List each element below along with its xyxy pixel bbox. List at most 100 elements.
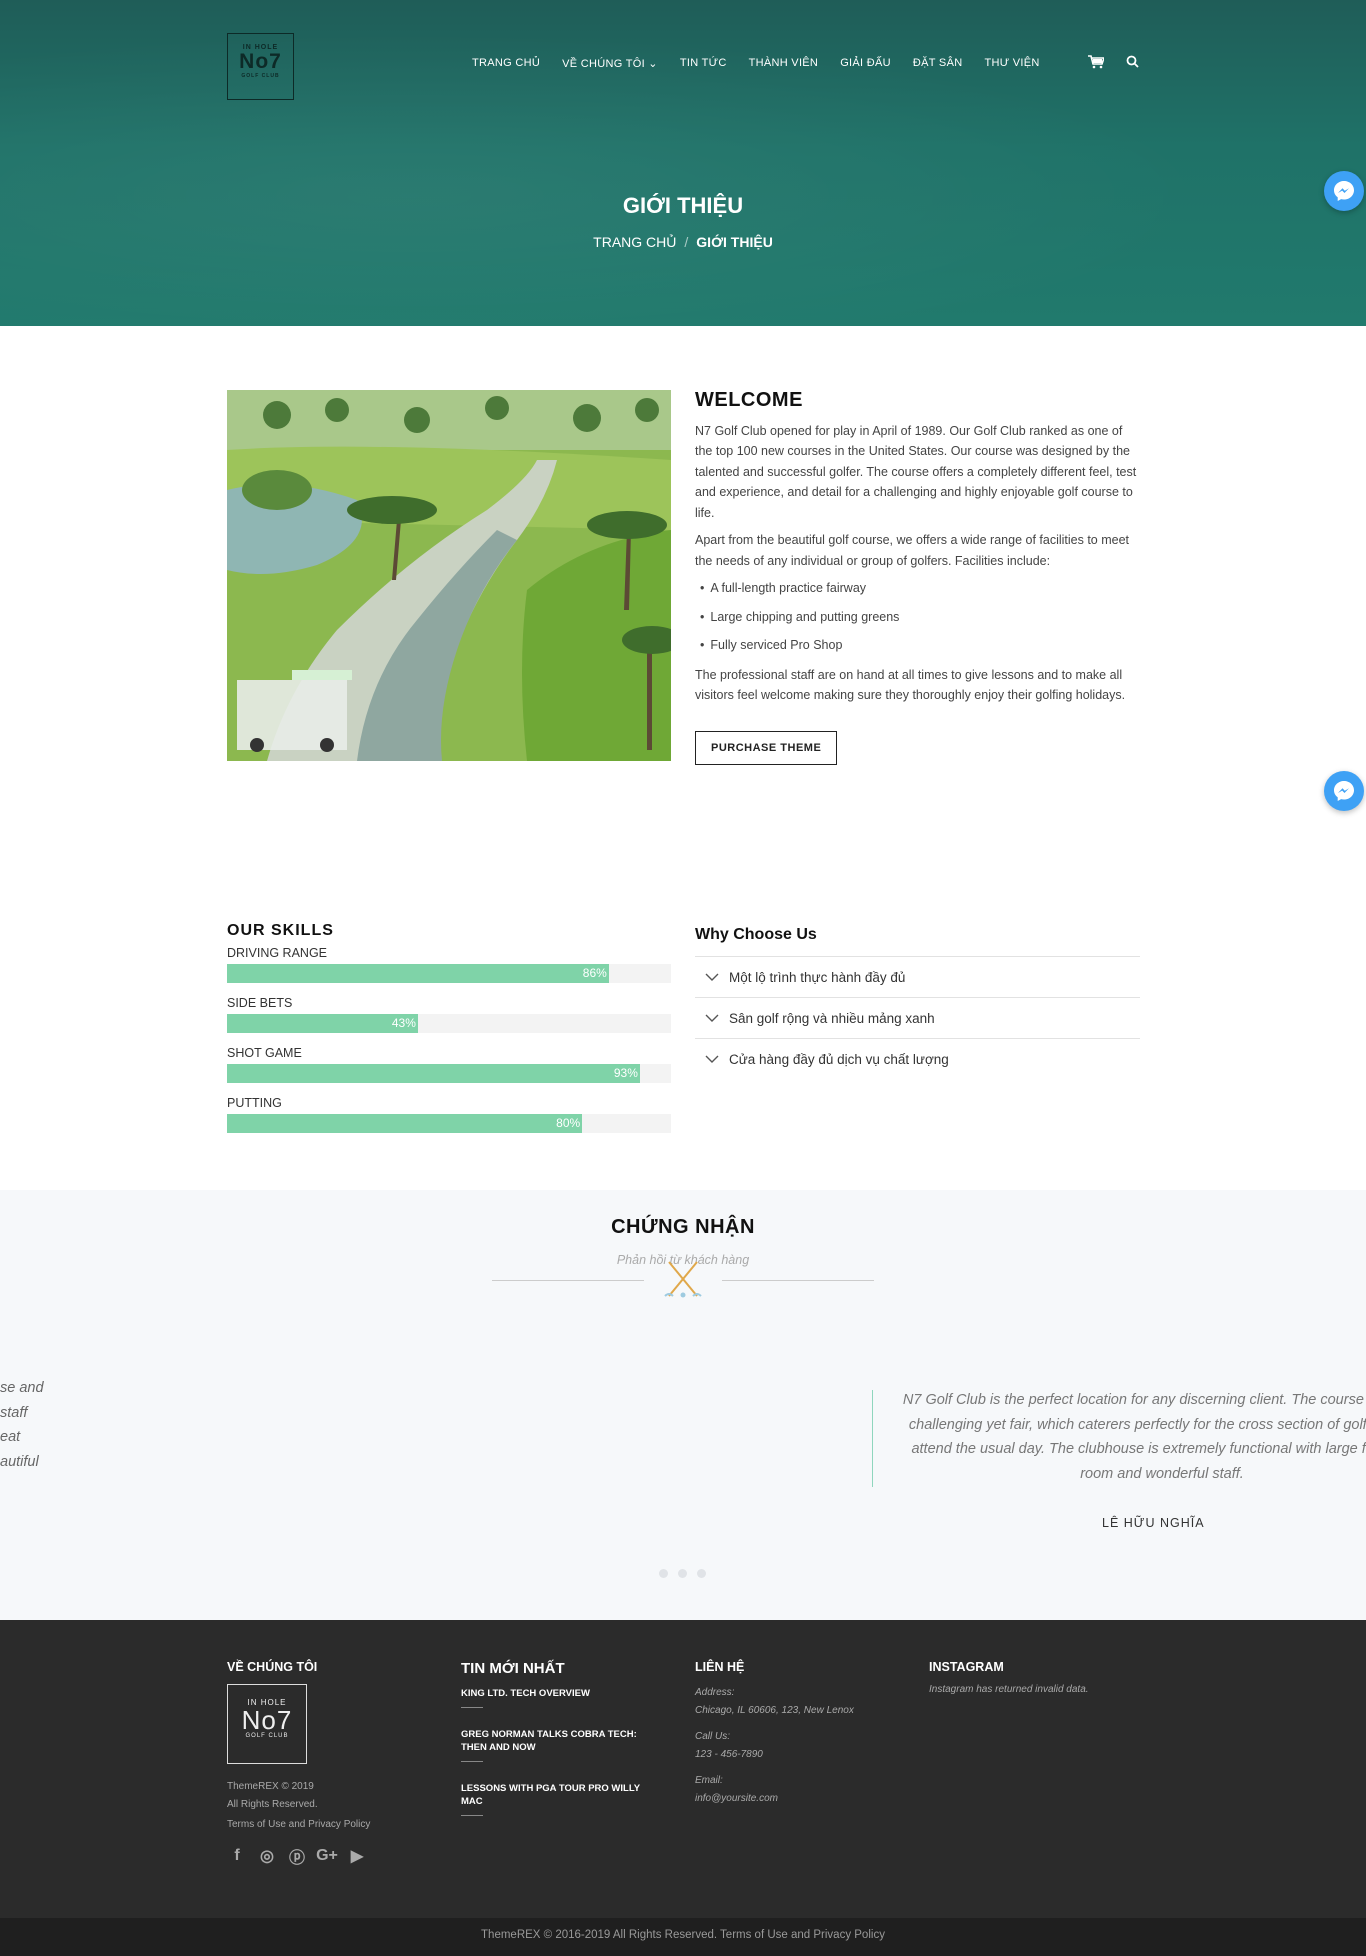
divider (722, 1280, 874, 1281)
nav-item-gallery[interactable]: THƯ VIỆN (984, 57, 1039, 70)
skills-section: OUR SKILLS DRIVING RANGE 86% SIDE BETS 4… (227, 922, 671, 1146)
skill-item: SHOT GAME 93% (227, 1046, 671, 1083)
footer-news: TIN MỚI NHẤT KING LTD. TECH OVERVIEW GRE… (461, 1660, 661, 1836)
footer-contact-heading: LIÊN HỆ (695, 1660, 745, 1674)
chevron-down-icon (705, 1052, 719, 1066)
messenger-icon[interactable] (1324, 771, 1364, 811)
youtube-icon[interactable]: ▶ (347, 1846, 367, 1866)
nav-item-members[interactable]: THÀNH VIÊN (749, 57, 819, 70)
footer-copyright-line: ThemeREX © 2019 (227, 1781, 314, 1792)
instagram-message: Instagram has returned invalid data. (929, 1684, 1089, 1695)
welcome-paragraph: N7 Golf Club opened for play in April of… (695, 423, 1137, 520)
skill-bar-fill: 43% (227, 1014, 418, 1033)
accordion-item[interactable]: Một lộ trình thực hành đầy đủ (695, 956, 1140, 997)
nav-item-news[interactable]: TIN TỨC (680, 57, 727, 70)
contact-value: Chicago, IL 60606, 123, New Lenox (695, 1705, 854, 1716)
footer-news-heading: TIN MỚI NHẤT (461, 1660, 565, 1677)
nav-item-home[interactable]: TRANG CHỦ (472, 57, 540, 70)
page-title: GIỚI THIỆU (622, 193, 744, 218)
skill-label: DRIVING RANGE (227, 946, 328, 960)
instagram-icon[interactable]: ◎ (257, 1846, 277, 1866)
email-link[interactable]: info@yoursite.com (695, 1793, 778, 1804)
breadcrumb: TRANG CHỦ / GIỚI THIỆU (0, 234, 1366, 250)
slider-dot[interactable] (697, 1569, 706, 1578)
slider-dots (659, 1569, 706, 1578)
list-item: Large chipping and putting greens (700, 607, 1140, 628)
skill-label: PUTTING (227, 1096, 282, 1110)
footer-contact: LIÊN HỆ Address: Chicago, IL 60606, 123,… (695, 1660, 895, 1816)
breadcrumb-separator: / (684, 234, 689, 250)
messenger-icon[interactable] (1324, 171, 1364, 211)
site-footer: VỀ CHÚNG TÔI IN HOLE No7 GOLF CLUB Theme… (0, 1620, 1366, 1918)
cart-icon[interactable] (1088, 55, 1106, 72)
breadcrumb-current: GIỚI THIỆU (696, 234, 773, 250)
news-link[interactable]: LESSONS WITH PGA TOUR PRO WILLY MAC (461, 1782, 661, 1808)
slider-dot[interactable] (659, 1569, 668, 1578)
welcome-heading: WELCOME (695, 389, 803, 411)
page-hero (0, 0, 1366, 326)
skill-bar-track: 80% (227, 1114, 671, 1133)
skill-bar-fill: 93% (227, 1064, 640, 1083)
skill-label: SIDE BETS (227, 996, 293, 1010)
testimonials-section: CHỨNG NHẬN Phản hồi từ khách hàng se and… (0, 1190, 1366, 1620)
social-links: f ◎ ⓟ G+ ▶ (227, 1846, 427, 1867)
chevron-down-icon (705, 970, 719, 984)
facebook-icon[interactable]: f (227, 1846, 247, 1866)
search-icon[interactable] (1126, 55, 1139, 72)
contact-label: Address: (695, 1687, 735, 1698)
skill-bar-track: 43% (227, 1014, 671, 1033)
divider (492, 1280, 644, 1281)
skill-percent: 80% (556, 1116, 581, 1130)
slider-dot[interactable] (678, 1569, 687, 1578)
skill-item: SIDE BETS 43% (227, 996, 671, 1033)
nav-item-booking[interactable]: ĐẶT SÂN (913, 57, 963, 70)
purchase-theme-button[interactable]: PURCHASE THEME (695, 730, 838, 765)
facilities-list: A full-length practice fairway Large chi… (700, 578, 1140, 656)
accordion-label: Một lộ trình thực hành đầy đủ (729, 969, 906, 985)
news-link[interactable]: KING LTD. TECH OVERVIEW (461, 1687, 661, 1700)
nav-item-about[interactable]: VỀ CHÚNG TÔI ⌄ (562, 57, 658, 70)
testimonial-author: LÊ HỮU NGHĨA (1102, 1516, 1205, 1530)
accordion-item[interactable]: Cửa hàng đầy đủ dịch vụ chất lượng (695, 1038, 1140, 1079)
contact-address: Address: Chicago, IL 60606, 123, New Len… (695, 1684, 895, 1720)
contact-value: 123 - 456-7890 (695, 1749, 763, 1760)
news-item: GREG NORMAN TALKS COBRA TECH: THEN AND N… (461, 1728, 661, 1762)
site-logo[interactable]: IN HOLE No7 GOLF CLUB (227, 33, 294, 100)
skill-bar-track: 86% (227, 964, 671, 983)
breadcrumb-home[interactable]: TRANG CHỦ (593, 234, 676, 250)
logo-main-text: No7 (239, 50, 282, 73)
main-nav: TRANG CHỦ VỀ CHÚNG TÔI ⌄ TIN TỨC THÀNH V… (472, 57, 1040, 70)
skill-item: DRIVING RANGE 86% (227, 946, 671, 983)
nav-item-tournaments[interactable]: GIẢI ĐẤU (840, 57, 891, 70)
quote-divider (872, 1390, 873, 1487)
accordion-label: Sân golf rộng và nhiều mảng xanh (729, 1010, 935, 1026)
list-item: A full-length practice fairway (700, 578, 1140, 599)
skill-percent: 86% (582, 966, 607, 980)
news-item: KING LTD. TECH OVERVIEW (461, 1687, 661, 1708)
news-link[interactable]: GREG NORMAN TALKS COBRA TECH: THEN AND N… (461, 1728, 661, 1754)
welcome-section: WELCOME N7 Golf Club opened for play in … (695, 390, 1140, 765)
contact-label: Email: (695, 1775, 723, 1786)
skill-bar-fill: 86% (227, 964, 609, 983)
skill-bar-track: 93% (227, 1064, 671, 1083)
footer-instagram: INSTAGRAM Instagram has returned invalid… (929, 1660, 1149, 1695)
testimonial-quote: N7 Golf Club is the perfect location for… (902, 1392, 1366, 1482)
footer-logo[interactable]: IN HOLE No7 GOLF CLUB (227, 1684, 307, 1764)
why-choose-us-section: Why Choose Us Một lộ trình thực hành đầy… (695, 922, 1140, 1079)
contact-phone: Call Us: 123 - 456-7890 (695, 1728, 895, 1764)
testimonials-heading: CHỨNG NHẬN (611, 1216, 755, 1238)
quote-line: eat (0, 1429, 21, 1445)
header-icons (1088, 55, 1139, 72)
welcome-paragraph: The professional staff are on hand at al… (695, 667, 1126, 703)
logo-bottom-text: GOLF CLUB (241, 73, 280, 79)
pinterest-icon[interactable]: ⓟ (287, 1846, 307, 1867)
skill-label: SHOT GAME (227, 1046, 302, 1060)
news-item: LESSONS WITH PGA TOUR PRO WILLY MAC (461, 1782, 661, 1816)
terms-link[interactable]: Terms of Use and Privacy Policy (227, 1819, 370, 1830)
google-plus-icon[interactable]: G+ (316, 1846, 338, 1866)
logo-bottom-text: GOLF CLUB (245, 1733, 289, 1739)
skill-percent: 93% (613, 1066, 638, 1080)
accordion-item[interactable]: Sân golf rộng và nhiều mảng xanh (695, 997, 1140, 1038)
skill-item: PUTTING 80% (227, 1096, 671, 1133)
quote-line: se and (0, 1380, 44, 1396)
